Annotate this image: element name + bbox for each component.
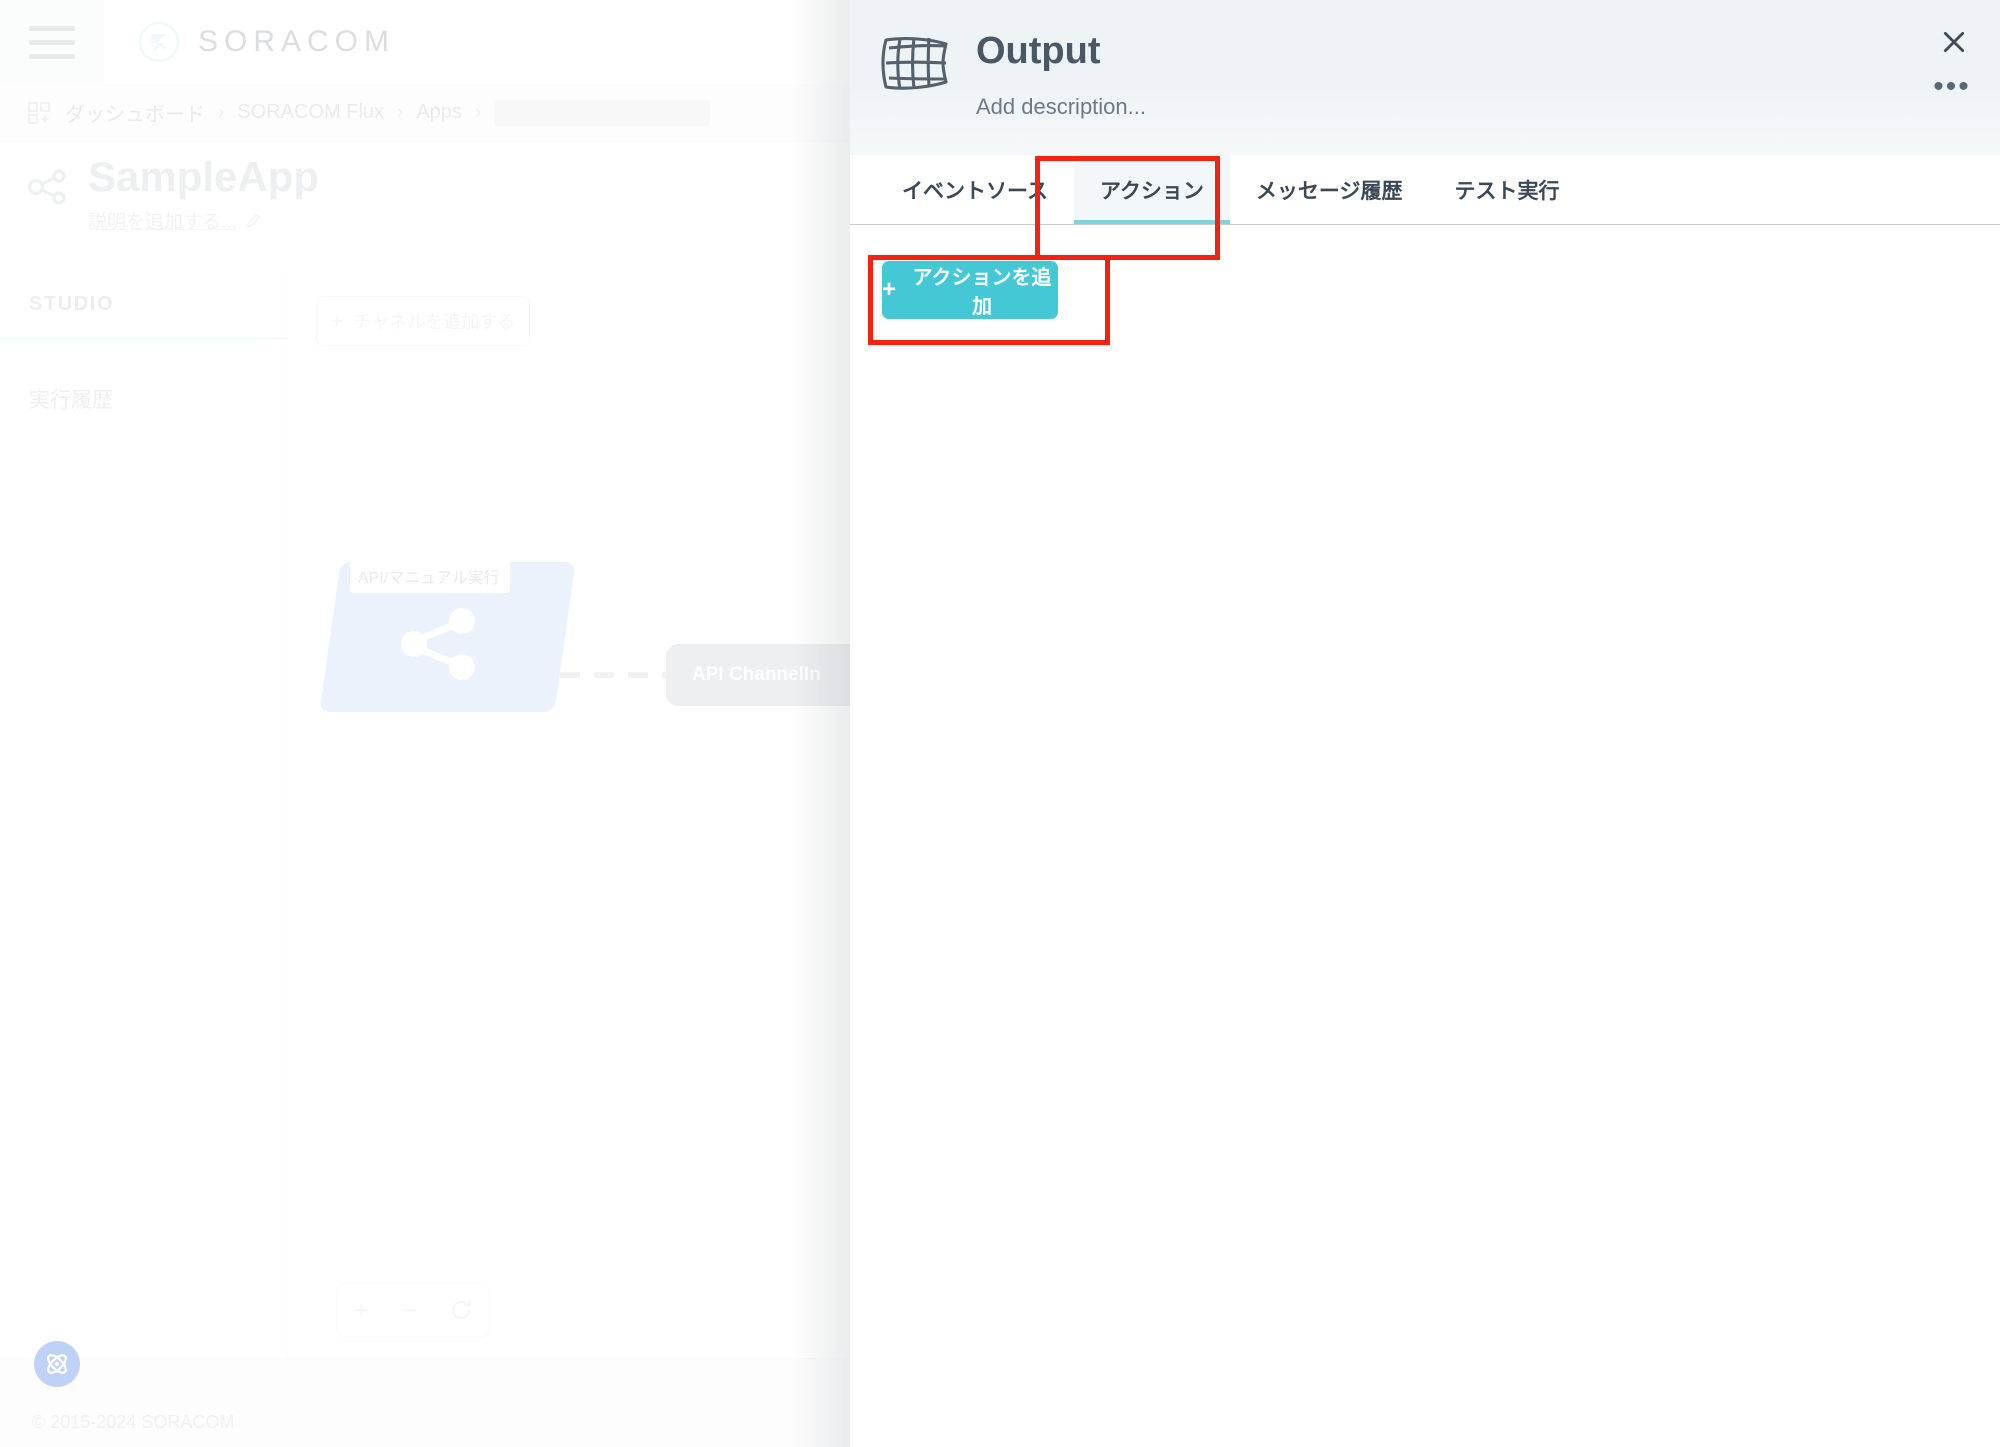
breadcrumb-separator: › <box>218 101 225 123</box>
more-horizontal-icon[interactable]: ••• <box>1932 70 1972 104</box>
dashboard-grid-icon <box>28 101 50 124</box>
soracom-brand[interactable]: SORACOM <box>138 21 395 63</box>
panel-tabs: イベントソース アクション メッセージ履歴 テスト実行 <box>850 155 2000 225</box>
add-channel-button[interactable]: + チャネルを追加する <box>316 296 530 346</box>
flow-node-api-manual[interactable]: API/マニュアル実行 <box>319 560 576 712</box>
tab-message-history[interactable]: メッセージ履歴 <box>1230 155 1429 224</box>
sidebar-item-execution-history[interactable]: 実行履歴 <box>0 384 287 414</box>
zoom-out-button[interactable]: − <box>402 1297 417 1323</box>
pencil-icon <box>245 212 262 229</box>
support-atom-icon[interactable] <box>34 1341 80 1387</box>
add-channel-label: チャネルを追加する <box>353 312 516 332</box>
flux-share-icon <box>26 165 70 209</box>
tab-action[interactable]: アクション <box>1073 155 1230 224</box>
panel-title: Output <box>976 30 1101 72</box>
breadcrumb-item-dashboard[interactable]: ダッシュボード <box>65 98 205 127</box>
breadcrumb-separator: › <box>397 101 404 123</box>
breadcrumb-loading-placeholder <box>494 99 711 126</box>
copyright-text: © 2015-2024 SORACOM <box>32 1412 235 1432</box>
hamburger-menu-icon[interactable] <box>0 0 104 84</box>
studio-sidebar: STUDIO 実行履歴 <box>0 272 288 1447</box>
add-action-button[interactable]: + アクションを追加 <box>882 261 1058 319</box>
plus-icon: + <box>882 276 897 303</box>
zoom-controls: + − <box>336 1283 490 1337</box>
breadcrumb-item-flux[interactable]: SORACOM Flux <box>237 101 384 124</box>
app-name: SampleApp <box>88 153 320 200</box>
node-label: API/マニュアル実行 <box>350 560 510 593</box>
soracom-logo-text: SORACOM <box>198 25 396 58</box>
breadcrumb-item-apps[interactable]: Apps <box>416 101 462 124</box>
flow-edge-dashed <box>560 672 666 678</box>
page-title: SampleApp 説明を追加する... <box>26 153 320 234</box>
panel-description-placeholder[interactable]: Add description... <box>976 94 1146 120</box>
tab-test-run[interactable]: テスト実行 <box>1429 155 1586 224</box>
share-nodes-icon <box>392 596 488 692</box>
tab-event-source[interactable]: イベントソース <box>876 155 1074 224</box>
close-icon[interactable] <box>1934 22 1974 62</box>
app-description-edit[interactable]: 説明を追加する... <box>88 207 319 234</box>
breadcrumb-separator: › <box>474 101 482 123</box>
panel-header: Output Add description... ••• <box>850 0 2000 155</box>
panel-body-action: + アクションを追加 <box>850 225 2000 319</box>
flux-output-mesh-icon <box>876 32 952 94</box>
plus-icon: + <box>330 308 344 333</box>
zoom-in-button[interactable]: + <box>354 1297 369 1323</box>
reset-zoom-icon[interactable] <box>450 1299 472 1321</box>
app-description-text: 説明を追加する... <box>88 212 237 234</box>
sidebar-tab-studio[interactable]: STUDIO <box>0 272 287 340</box>
panel-backdrop-shadow <box>790 0 850 1447</box>
add-action-label: アクションを追加 <box>912 267 1052 318</box>
output-detail-panel: Output Add description... ••• イベントソース アク… <box>850 0 2000 1447</box>
soracom-logo-icon <box>138 21 180 63</box>
